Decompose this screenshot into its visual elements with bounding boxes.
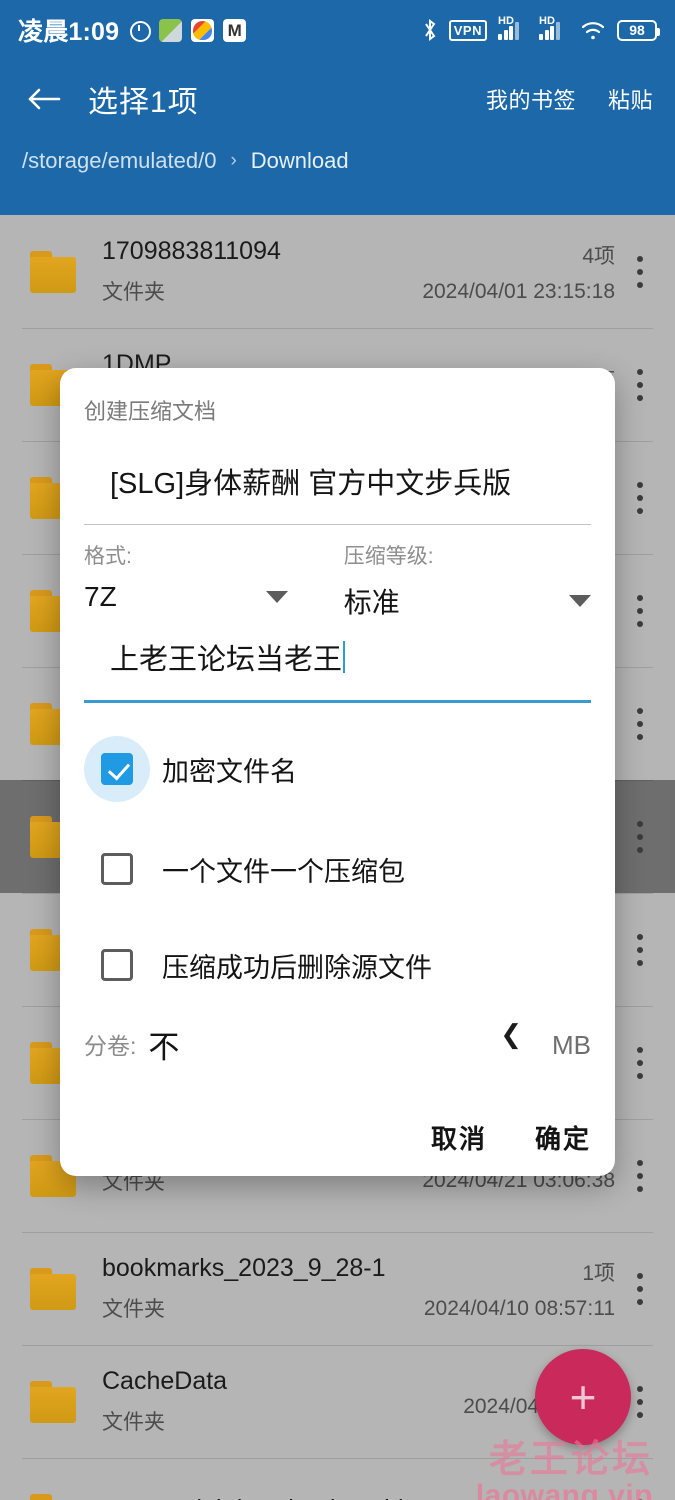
checkbox-unchecked-icon[interactable]	[101, 853, 133, 885]
one-archive-per-file-checkbox[interactable]: 一个文件一个压缩包	[84, 836, 405, 902]
password-underline-focused	[84, 700, 591, 703]
split-volume-unit: MB	[552, 1030, 591, 1060]
compression-level-row[interactable]: 标准	[308, 581, 591, 621]
password-text: 上老王论坛当老王	[110, 644, 343, 676]
chevron-down-icon	[265, 591, 288, 603]
encrypt-filenames-checkbox[interactable]: 加密文件名	[84, 736, 297, 802]
split-volume-input[interactable]: 不	[142, 1030, 179, 1065]
checkbox-hit-area	[84, 836, 150, 902]
split-volume-field[interactable]: 不 ❮	[142, 1021, 534, 1067]
archive-name-input[interactable]: [SLG]身体薪酬 官方中文步兵版	[84, 460, 591, 502]
delete-source-after-label: 压缩成功后删除源文件	[162, 952, 432, 983]
compression-level-spinner[interactable]: 压缩等级: 标准	[308, 540, 591, 621]
format-value: 7Z	[84, 581, 117, 612]
cancel-button[interactable]: 取消	[431, 1119, 487, 1156]
checkbox-checked-icon[interactable]	[101, 753, 133, 785]
compression-level-value: 标准	[343, 587, 400, 618]
password-field[interactable]: 上老王论坛当老王	[84, 636, 591, 703]
dialog-actions: 取消 确定	[431, 1119, 591, 1156]
delete-source-after-checkbox[interactable]: 压缩成功后删除源文件	[84, 932, 432, 998]
text-cursor	[343, 641, 346, 673]
archive-name-field[interactable]: [SLG]身体薪酬 官方中文步兵版	[84, 460, 591, 525]
compression-level-label: 压缩等级:	[343, 545, 434, 568]
dialog-title: 创建压缩文档	[84, 399, 217, 424]
format-spinner[interactable]: 格式: 7Z	[84, 540, 288, 621]
checkbox-ripple	[84, 736, 150, 802]
checkbox-unchecked-icon[interactable]	[101, 949, 133, 981]
archive-name-underline	[84, 524, 591, 525]
format-spinner-row[interactable]: 7Z	[84, 581, 288, 613]
create-archive-dialog: 创建压缩文档 [SLG]身体薪酬 官方中文步兵版 格式: 7Z 压缩等级: 标准	[60, 368, 615, 1176]
chevron-down-icon	[569, 595, 591, 607]
password-input[interactable]: 上老王论坛当老王	[84, 636, 591, 678]
checkbox-hit-area	[84, 932, 150, 998]
confirm-button[interactable]: 确定	[535, 1119, 591, 1156]
archive-options-row: 格式: 7Z 压缩等级: 标准	[84, 540, 591, 621]
split-volume-label: 分卷:	[84, 1033, 137, 1059]
chevron-left-icon[interactable]: ❮	[500, 1021, 522, 1047]
phone-screen: 凌晨1:09 M VPN HD HD 98 选择1项 我的书签 粘贴 /stor…	[0, 0, 675, 1500]
encrypt-filenames-label: 加密文件名	[162, 756, 297, 787]
format-label: 格式:	[84, 545, 132, 568]
one-archive-per-file-label: 一个文件一个压缩包	[162, 856, 405, 887]
split-volume-row: 分卷: 不 ❮ MB	[84, 1021, 591, 1067]
